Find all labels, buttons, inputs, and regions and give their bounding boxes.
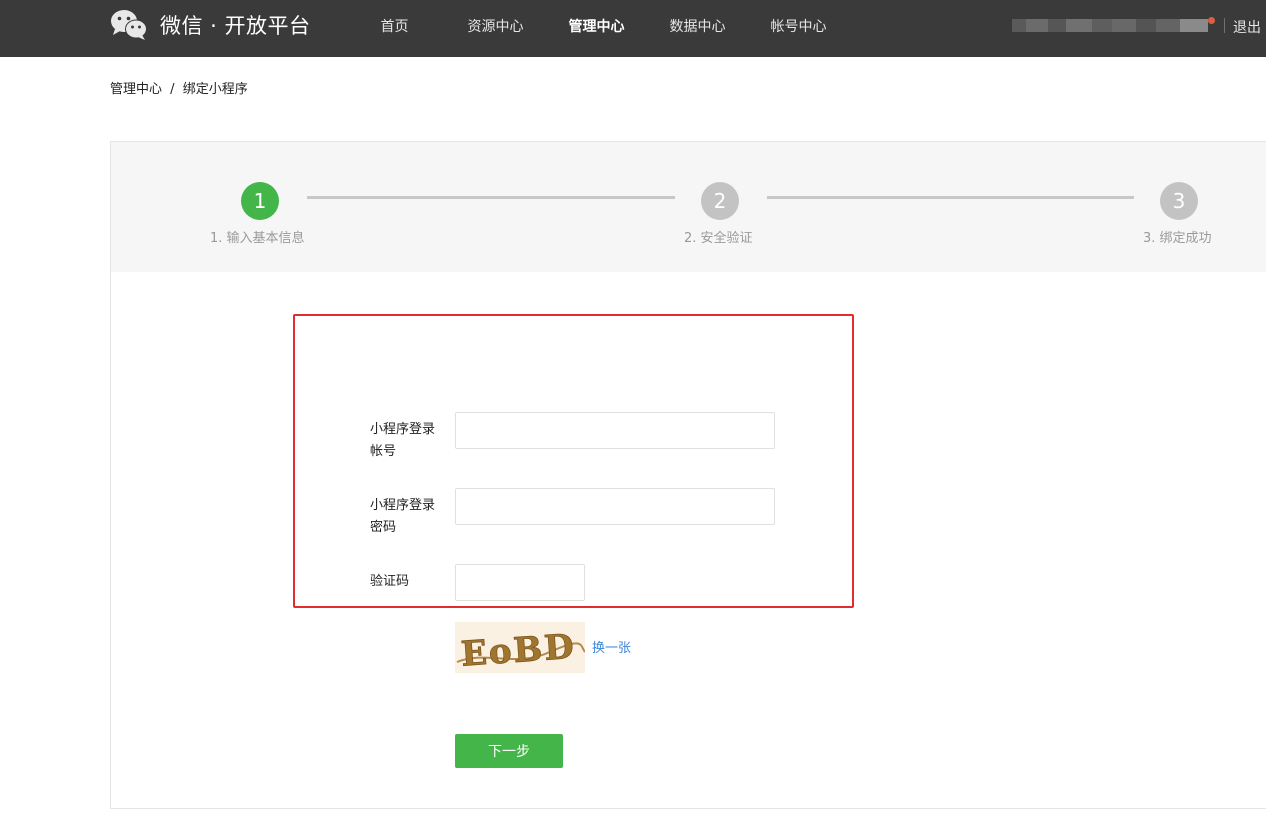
step-connector-1 [307, 196, 675, 199]
main-nav: 首页 资源中心 管理中心 数据中心 帐号中心 [344, 0, 849, 52]
step-2-circle: 2 [701, 182, 739, 220]
logout-link[interactable]: 退出 [1233, 17, 1261, 37]
notification-dot[interactable] [1208, 17, 1215, 24]
nav-item-data[interactable]: 数据中心 [647, 16, 748, 36]
step-connector-2 [767, 196, 1134, 199]
captcha-refresh-link[interactable]: 换一张 [592, 637, 631, 656]
brand-name: 微信 · 开放平台 [160, 14, 311, 38]
step-1-circle: 1 [241, 182, 279, 220]
nav-item-resources[interactable]: 资源中心 [445, 16, 546, 36]
breadcrumb-separator: / [170, 82, 175, 97]
next-step-button[interactable]: 下一步 [455, 734, 563, 768]
step-3-circle: 3 [1160, 182, 1198, 220]
captcha-text: EoBD [460, 627, 577, 673]
wechat-logo-icon [111, 10, 147, 40]
step-2-label: 2. 安全验证 [684, 231, 753, 246]
step-3-label: 3. 绑定成功 [1143, 231, 1212, 246]
captcha-input[interactable] [455, 564, 585, 601]
captcha-image[interactable]: EoBD [455, 622, 585, 673]
header-divider [1224, 18, 1225, 33]
top-navigation-bar: 微信 · 开放平台 首页 资源中心 管理中心 数据中心 帐号中心 退出 [0, 0, 1266, 57]
account-label: 小程序登录帐号 [370, 422, 436, 459]
nav-item-home[interactable]: 首页 [344, 16, 445, 36]
password-input[interactable] [455, 488, 775, 525]
nav-item-management[interactable]: 管理中心 [546, 16, 647, 36]
breadcrumb: 管理中心 / 绑定小程序 [110, 78, 248, 97]
breadcrumb-current: 绑定小程序 [182, 82, 248, 97]
account-name-redacted[interactable] [1012, 19, 1208, 32]
password-label: 小程序登录密码 [370, 498, 436, 535]
brand-logo[interactable]: 微信 · 开放平台 [110, 9, 311, 41]
captcha-label: 验证码 [370, 574, 410, 589]
breadcrumb-parent-link[interactable]: 管理中心 [110, 82, 162, 97]
step-1-label: 1. 输入基本信息 [210, 231, 305, 246]
step-indicator: 1 2 3 1. 输入基本信息 2. 安全验证 3. 绑定成功 [111, 142, 1266, 272]
account-input[interactable] [455, 412, 775, 449]
nav-item-account[interactable]: 帐号中心 [748, 16, 849, 36]
